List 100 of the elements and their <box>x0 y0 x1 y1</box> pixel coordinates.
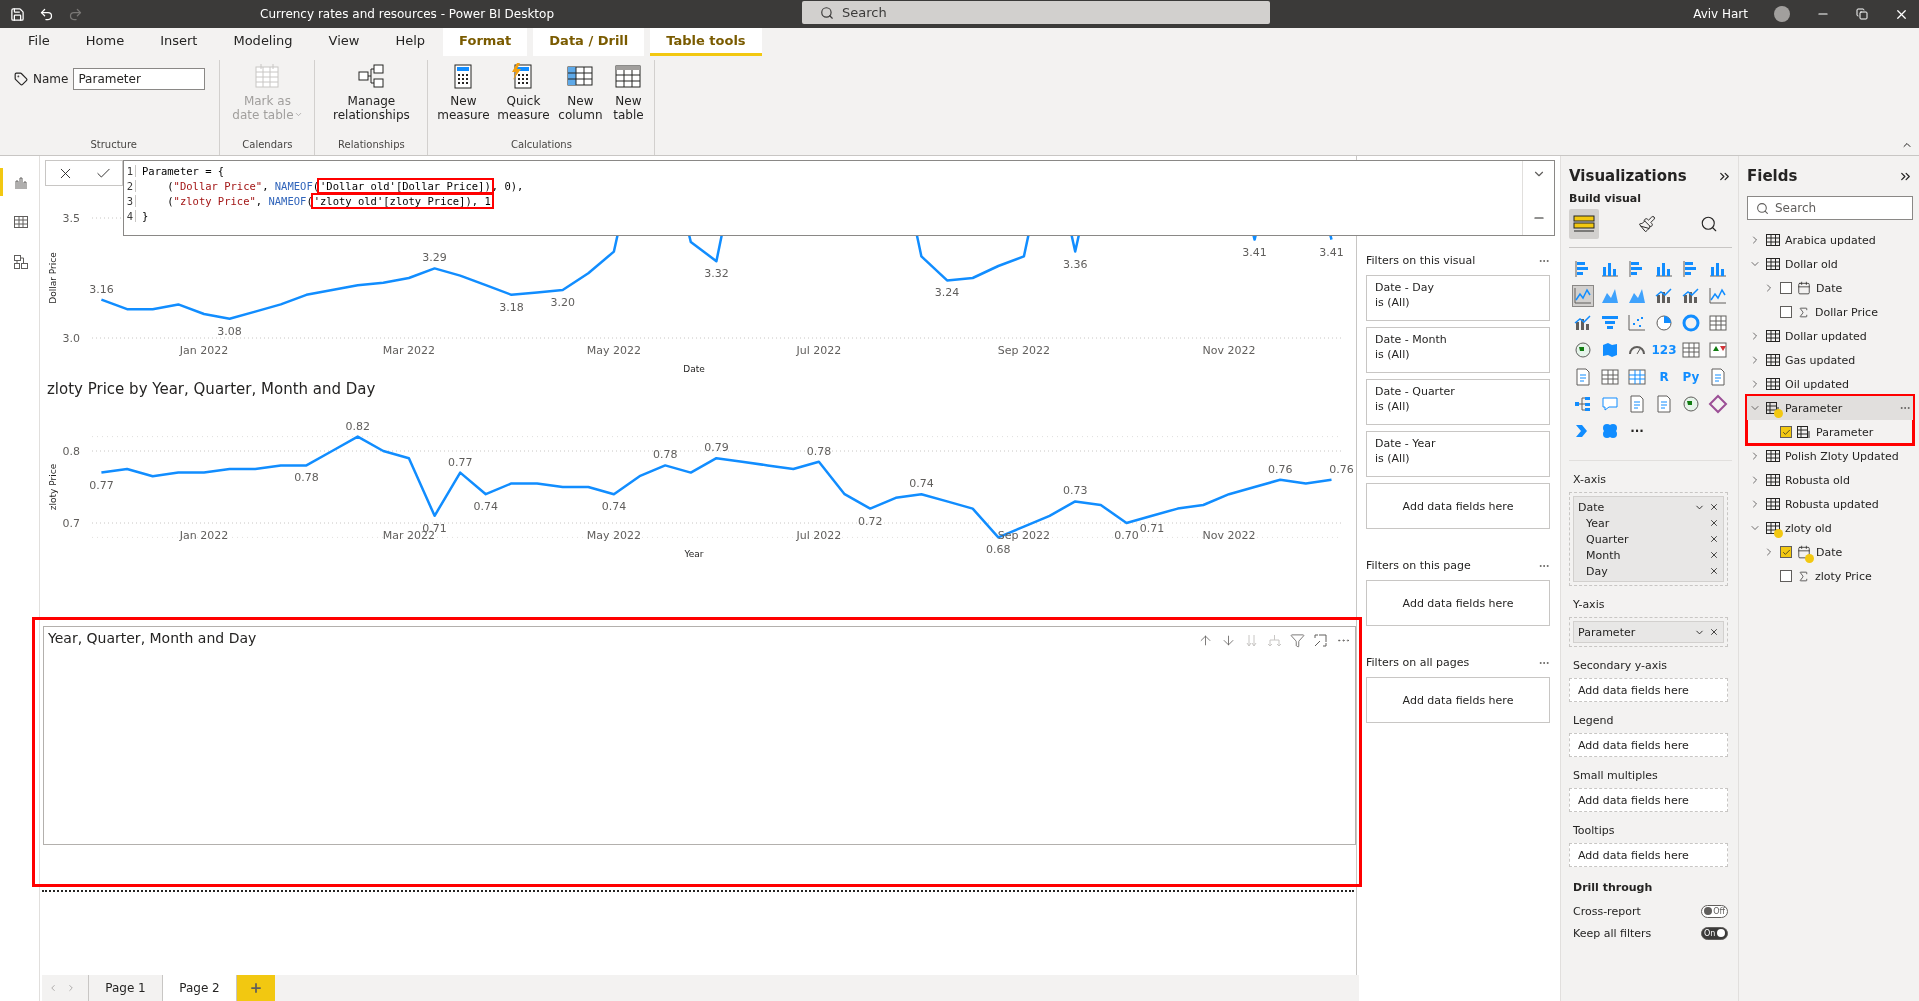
field-table-item[interactable]: Oil updated <box>1747 372 1913 396</box>
calendar-table-icon <box>253 62 282 90</box>
field-item[interactable]: Parameter <box>1747 420 1913 444</box>
section-title: Drill through <box>1573 881 1654 894</box>
menu-tab[interactable]: Format <box>443 28 528 56</box>
section-title: Filters on all pages <box>1366 656 1470 669</box>
field-table-item[interactable]: Arabica updated <box>1747 228 1913 252</box>
drop-zone[interactable]: Add data fields here <box>1366 580 1550 626</box>
search-field[interactable]: Search <box>1747 196 1913 220</box>
field-table-item[interactable]: Parameter <box>1747 396 1913 420</box>
donut-chart-icon[interactable] <box>1680 312 1702 334</box>
filter-card[interactable]: Date - Quarter is (All) <box>1366 379 1550 425</box>
formula-editor[interactable]: 1 Parameter = { 2 ("Dollar Price", NAMEOF('Dollar old'[Dollar Price]), 0), 3 ("zloty Price", NAMEOF('zloty old'[zloty Price]), 1 4 } <box>123 160 1555 236</box>
data-label: 0.82 <box>345 419 370 433</box>
checkbox[interactable] <box>1780 546 1792 558</box>
filter-icon[interactable] <box>1290 633 1305 648</box>
drop-zone[interactable]: Add data fields here <box>1569 733 1728 757</box>
field-pill[interactable]: Parameter <box>1573 621 1724 643</box>
multirow-card-icon[interactable] <box>1680 339 1702 361</box>
toggle-switch[interactable]: On <box>1701 926 1728 940</box>
fields-well-icon[interactable] <box>1569 209 1599 239</box>
kpi-icon[interactable] <box>1707 339 1729 361</box>
search-field[interactable]: Search <box>802 1 1270 24</box>
field-item[interactable]: Date <box>1747 540 1913 564</box>
remove-icon[interactable] <box>1709 502 1719 512</box>
drill-down-icon[interactable] <box>1221 633 1236 648</box>
restore-icon[interactable] <box>1856 8 1868 20</box>
filter-card[interactable]: Date - Day is (All) <box>1366 275 1550 321</box>
sigma-icon <box>1797 305 1810 319</box>
drop-zone[interactable]: Add data fields here <box>1366 677 1550 723</box>
field-table-item[interactable]: Robusta updated <box>1747 492 1913 516</box>
ribbon-button[interactable]: Quick measure <box>494 60 553 124</box>
undo-icon[interactable] <box>39 6 54 22</box>
drop-zone[interactable]: Add data fields here <box>1366 483 1550 529</box>
field-table-item[interactable]: Gas updated <box>1747 348 1913 372</box>
menu-tab[interactable]: Insert <box>142 28 216 56</box>
diamond-icon[interactable] <box>1707 393 1729 415</box>
code-line: ("zloty Price", NAMEOF('zloty old'[zloty Price]), 1 <box>142 194 492 207</box>
field-pill[interactable]: Date Year Quarter Month Day <box>1573 496 1724 582</box>
drop-zone[interactable]: Add data fields here <box>1569 678 1728 702</box>
ribbon-button[interactable]: Manage relationships <box>321 60 422 124</box>
menu-tab[interactable]: File <box>10 28 68 56</box>
toggle-switch[interactable]: Off <box>1701 904 1728 918</box>
remove-icon[interactable] <box>1709 550 1719 560</box>
drop-zone[interactable]: Add data fields here <box>1569 788 1728 812</box>
ribbon-button[interactable]: New measure <box>434 60 493 124</box>
group-label: Structure <box>89 139 138 152</box>
matrix-icon[interactable] <box>1626 366 1648 388</box>
data-label: 3.24 <box>934 286 960 300</box>
ribbon-chart-icon[interactable] <box>1707 285 1729 307</box>
more-icon[interactable]: ··· <box>1626 420 1648 442</box>
axis-label: May 2022 <box>586 529 642 542</box>
focus-mode-icon[interactable] <box>1313 633 1328 648</box>
field-table-item[interactable]: Robusta old <box>1747 468 1913 492</box>
field-item[interactable]: Date <box>1747 276 1913 300</box>
checkbox[interactable] <box>1780 282 1792 294</box>
checkbox[interactable] <box>1780 306 1792 318</box>
table-icon[interactable] <box>1599 366 1621 388</box>
menu-tab[interactable]: Data / Drill <box>533 28 645 56</box>
drop-zone[interactable]: Add data fields here <box>1569 843 1728 867</box>
menu-tab[interactable]: Home <box>67 28 143 56</box>
name-field[interactable]: Parameter <box>73 68 206 90</box>
filter-card[interactable]: Date - Year is (All) <box>1366 431 1550 477</box>
menu-tab[interactable]: Help <box>377 28 444 56</box>
field-table-item[interactable]: zloty old <box>1747 516 1913 540</box>
save-icon[interactable] <box>10 6 25 22</box>
field-table-item[interactable]: Dollar old <box>1747 252 1913 276</box>
data-label: 0.79 <box>704 441 729 455</box>
filter-card[interactable]: Date - Month is (All) <box>1366 327 1550 373</box>
remove-icon[interactable] <box>1709 534 1719 544</box>
scatter-chart-icon[interactable] <box>1626 312 1648 334</box>
field-item[interactable]: Dollar Price <box>1747 300 1913 324</box>
drill-up-icon[interactable] <box>1198 633 1213 648</box>
axis-label: Mar 2022 <box>382 344 436 357</box>
checkbox[interactable] <box>1780 426 1792 438</box>
data-label: 3.32 <box>704 267 729 281</box>
avatar-icon[interactable] <box>1774 6 1790 22</box>
field-item[interactable]: zloty Price <box>1747 564 1913 588</box>
add-page-button[interactable] <box>237 975 275 1001</box>
menu-tab[interactable]: View <box>310 28 378 56</box>
checkbox[interactable] <box>1780 570 1792 582</box>
axis-title: zloty Price <box>48 463 58 511</box>
visual-frame[interactable]: Year, Quarter, Month and Day <box>43 626 1356 845</box>
menu-tab[interactable]: Table tools <box>650 28 762 56</box>
treemap-icon[interactable] <box>1707 312 1729 334</box>
pie-chart-icon[interactable] <box>1653 312 1675 334</box>
field-table-item[interactable]: Polish Zloty Updated <box>1747 444 1913 468</box>
remove-icon[interactable] <box>1709 518 1719 528</box>
globe-icon[interactable] <box>1572 339 1594 361</box>
parameter-table-icon <box>1797 426 1811 438</box>
menu-tab[interactable]: Modeling <box>215 28 311 56</box>
data-label: 0.71 <box>1139 521 1165 535</box>
line-chart-icon[interactable] <box>1572 285 1594 307</box>
page-tab[interactable]: Page 2 <box>163 975 237 1001</box>
remove-icon[interactable] <box>1709 627 1719 637</box>
data-label: 3.41 <box>1242 245 1267 259</box>
field-table-item[interactable]: Dollar updated <box>1747 324 1913 348</box>
ribbon-button[interactable]: New table <box>608 60 649 124</box>
remove-icon[interactable] <box>1709 566 1719 576</box>
ribbon-button[interactable]: New column <box>554 60 607 124</box>
